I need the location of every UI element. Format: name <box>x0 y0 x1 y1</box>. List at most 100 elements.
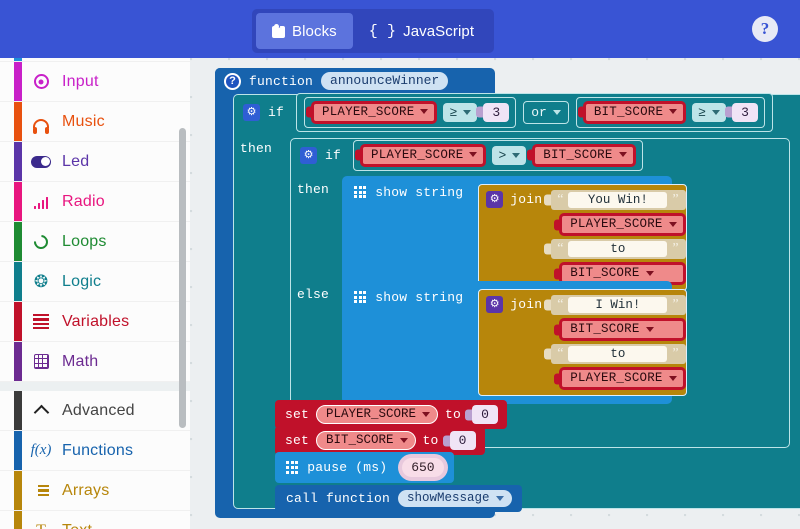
comparison-right[interactable]: BIT_SCORE ≥ 3 <box>575 96 765 128</box>
help-label: ? <box>760 19 770 38</box>
close-quote-icon: ” <box>672 192 679 207</box>
open-quote-icon: “ <box>557 241 564 256</box>
chevron-down-icon[interactable] <box>463 109 472 115</box>
tab-javascript[interactable]: { } JavaScript <box>353 13 490 49</box>
or-operator[interactable]: or <box>523 100 569 124</box>
sidebar-item-text[interactable]: T Text <box>0 511 190 529</box>
or-condition-group[interactable]: PLAYER_SCORE ≥ 3 or BIT_SCORE ≥ 3 <box>296 92 773 132</box>
string-value[interactable]: I Win! <box>568 297 668 313</box>
number-literal[interactable]: 3 <box>724 102 758 122</box>
join-block-then[interactable]: ⚙ join “ You Win! ” PLAYER_SCORE “ to ” … <box>478 184 687 291</box>
sidebar-item-radio[interactable]: Radio <box>0 182 190 222</box>
help-icon[interactable]: ? <box>752 16 778 42</box>
chevron-down-icon[interactable] <box>512 152 521 158</box>
tab-javascript-label: JavaScript <box>403 22 475 40</box>
variable-dropdown[interactable]: BIT_SCORE <box>316 431 416 450</box>
variable-reporter[interactable]: PLAYER_SCORE <box>306 100 438 124</box>
pause-duration-field[interactable]: 650 <box>402 458 444 477</box>
tab-blocks-label: Blocks <box>292 22 337 40</box>
variable-name: BIT_SCORE <box>543 147 613 162</box>
join-header: ⚙ join <box>479 290 551 319</box>
chevron-down-icon[interactable] <box>399 437 408 443</box>
sidebar-item-label: Loops <box>62 232 107 250</box>
string-literal[interactable]: “ to ” <box>544 344 686 364</box>
sidebar-item-functions[interactable]: f(x) Functions <box>0 431 190 471</box>
sidebar-item-music[interactable]: Music <box>0 102 190 142</box>
variable-reporter[interactable]: PLAYER_SCORE <box>554 367 686 390</box>
string-literal[interactable]: “ You Win! ” <box>544 190 686 210</box>
variable-reporter[interactable]: PLAYER_SCORE <box>554 213 686 236</box>
number-literal[interactable]: 0 <box>442 431 476 450</box>
variable-reporter[interactable]: PLAYER_SCORE <box>355 143 487 167</box>
question-badge-icon[interactable]: ? <box>224 72 241 90</box>
number-literal[interactable]: 3 <box>476 102 510 122</box>
blocks-workspace[interactable]: ? function announceWinner ⚙ if PLAYER_SC… <box>190 58 800 529</box>
number-value: 0 <box>481 407 489 422</box>
or-label: or <box>531 104 547 120</box>
if-inner-else-label: else <box>297 287 330 302</box>
string-value[interactable]: to <box>568 346 668 362</box>
gear-icon[interactable]: ⚙ <box>486 296 504 313</box>
led-grid-icon <box>286 461 299 474</box>
block-notch <box>544 243 552 255</box>
chevron-down-icon[interactable] <box>618 152 627 157</box>
sidebar-item-input[interactable]: Input <box>0 62 190 102</box>
sidebar-item-variables[interactable]: Variables <box>0 302 190 342</box>
block-notch <box>527 149 535 161</box>
pause-block[interactable]: pause (ms) 650 <box>275 452 454 483</box>
show-string-block-else[interactable]: show string ⚙ join “ I Win! ” BIT_SCORE <box>342 281 687 404</box>
string-literal[interactable]: “ I Win! ” <box>544 295 686 315</box>
category-stripe <box>14 391 22 430</box>
chevron-down-icon[interactable] <box>669 109 678 114</box>
chevron-down-icon[interactable] <box>668 375 677 381</box>
string-value[interactable]: to <box>568 241 668 257</box>
chevron-down-icon[interactable] <box>711 109 720 115</box>
toolbox-scrollbar[interactable] <box>179 128 186 428</box>
comparator-dropdown[interactable]: > <box>492 145 527 165</box>
tab-blocks[interactable]: Blocks <box>256 13 353 49</box>
category-stripe <box>14 142 22 181</box>
variable-reporter[interactable]: BIT_SCORE <box>577 100 687 124</box>
chevron-down-icon[interactable] <box>422 411 431 417</box>
call-function-block[interactable]: call function showMessage <box>275 485 522 512</box>
sidebar-item-loops[interactable]: Loops <box>0 222 190 262</box>
sidebar-item-logic[interactable]: ❂ Logic <box>0 262 190 302</box>
function-declaration-header[interactable]: ? function announceWinner <box>215 68 457 94</box>
join-block-else[interactable]: ⚙ join “ I Win! ” BIT_SCORE “ to ” PLAYE… <box>478 289 687 396</box>
if-outer-header[interactable]: ⚙ if PLAYER_SCORE ≥ 3 or BIT_SCORE ≥ 3 <box>233 92 800 132</box>
variable-dropdown[interactable]: PLAYER_SCORE <box>316 405 439 424</box>
string-value[interactable]: You Win! <box>568 192 668 208</box>
comparator-dropdown[interactable]: ≥ <box>692 102 726 122</box>
comparator-dropdown[interactable]: ≥ <box>443 102 478 122</box>
chevron-down-icon[interactable] <box>420 109 429 114</box>
sidebar-item-advanced[interactable]: Advanced <box>0 391 190 431</box>
function-target-dropdown[interactable]: showMessage <box>398 490 512 507</box>
sidebar-item-label: Arrays <box>62 481 110 499</box>
string-literal[interactable]: “ to ” <box>544 239 686 259</box>
comparison-left[interactable]: PLAYER_SCORE ≥ 3 <box>304 96 517 128</box>
sidebar-item-led[interactable]: Led <box>0 142 190 182</box>
chevron-down-icon[interactable] <box>469 152 478 157</box>
variable-reporter[interactable]: BIT_SCORE <box>554 318 686 341</box>
if-inner-header[interactable]: ⚙ if PLAYER_SCORE > BIT_SCORE <box>290 138 790 172</box>
sidebar-item-math[interactable]: Math <box>0 342 190 382</box>
variable-name: BIT_SCORE <box>570 266 640 280</box>
variable-reporter[interactable]: BIT_SCORE <box>527 143 636 167</box>
gear-icon[interactable]: ⚙ <box>300 146 317 164</box>
function-name-field[interactable]: announceWinner <box>321 72 449 90</box>
set-variable-block-player[interactable]: set PLAYER_SCORE to 0 <box>275 400 508 429</box>
gear-icon[interactable]: ⚙ <box>486 191 504 208</box>
comparison-group[interactable]: PLAYER_SCORE > BIT_SCORE <box>353 139 643 171</box>
chevron-down-icon[interactable] <box>668 221 677 227</box>
set-variable-block-bit[interactable]: set BIT_SCORE to 0 <box>275 426 485 455</box>
chevron-down-icon[interactable] <box>495 495 504 501</box>
sidebar-item-label: Led <box>62 152 90 170</box>
toolbox-sidebar[interactable]: Basic Input Music Led <box>0 58 190 529</box>
sidebar-item-arrays[interactable]: Arrays <box>0 471 190 511</box>
chevron-down-icon[interactable] <box>552 109 561 115</box>
headphones-icon <box>28 117 54 134</box>
gear-icon[interactable]: ⚙ <box>243 103 260 121</box>
chevron-down-icon[interactable] <box>645 326 654 332</box>
chevron-down-icon[interactable] <box>645 270 654 276</box>
number-literal[interactable]: 0 <box>465 405 499 424</box>
